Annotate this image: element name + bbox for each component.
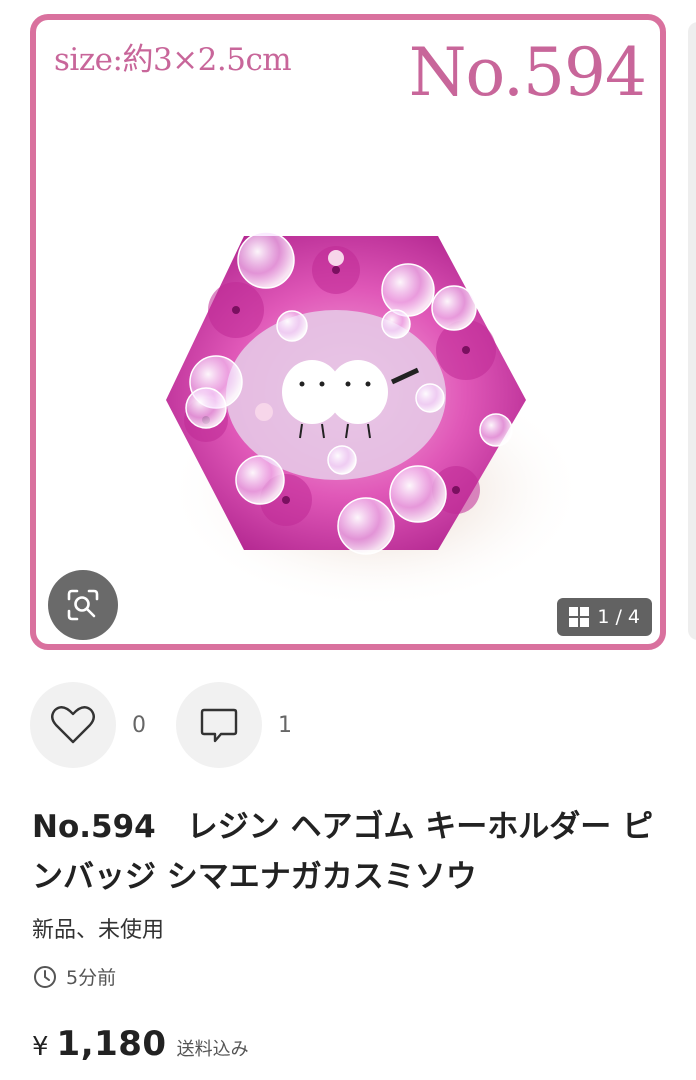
item-number-label: No.594 (408, 34, 647, 111)
price-amount: 1,180 (56, 1024, 167, 1064)
shipping-label: 送料込み (176, 1039, 249, 1060)
next-image-peek[interactable] (688, 22, 696, 640)
price: ¥ 1,180 送料込み (32, 1024, 249, 1064)
product-image[interactable]: size:約3×2.5cm No.594 1 / 4 (30, 14, 666, 650)
image-search-button[interactable] (48, 570, 118, 640)
size-label: size:約3×2.5cm (54, 42, 292, 78)
item-condition: 新品、未使用 (32, 918, 165, 943)
posted-time-text: 5分前 (66, 967, 117, 989)
comment-icon (200, 708, 238, 743)
like-count: 0 (132, 712, 146, 738)
like-button[interactable] (30, 682, 116, 768)
heart-icon (51, 706, 95, 744)
item-title: No.594 レジン ヘアゴム キーホルダー ピンバッジ シマエナガカスミソウ (32, 809, 654, 895)
currency-symbol: ¥ (32, 1032, 49, 1062)
image-counter: 1 / 4 (597, 606, 640, 628)
clock-icon (34, 965, 56, 988)
comment-button[interactable] (176, 682, 262, 768)
image-counter-badge[interactable]: 1 / 4 (557, 598, 652, 636)
comment-count: 1 (278, 712, 292, 738)
product-photo-art (166, 231, 586, 610)
image-search-icon (67, 589, 99, 621)
grid-icon (569, 607, 590, 627)
action-bar: 0 1 (30, 682, 322, 768)
posted-time: 5分前 (33, 963, 116, 990)
